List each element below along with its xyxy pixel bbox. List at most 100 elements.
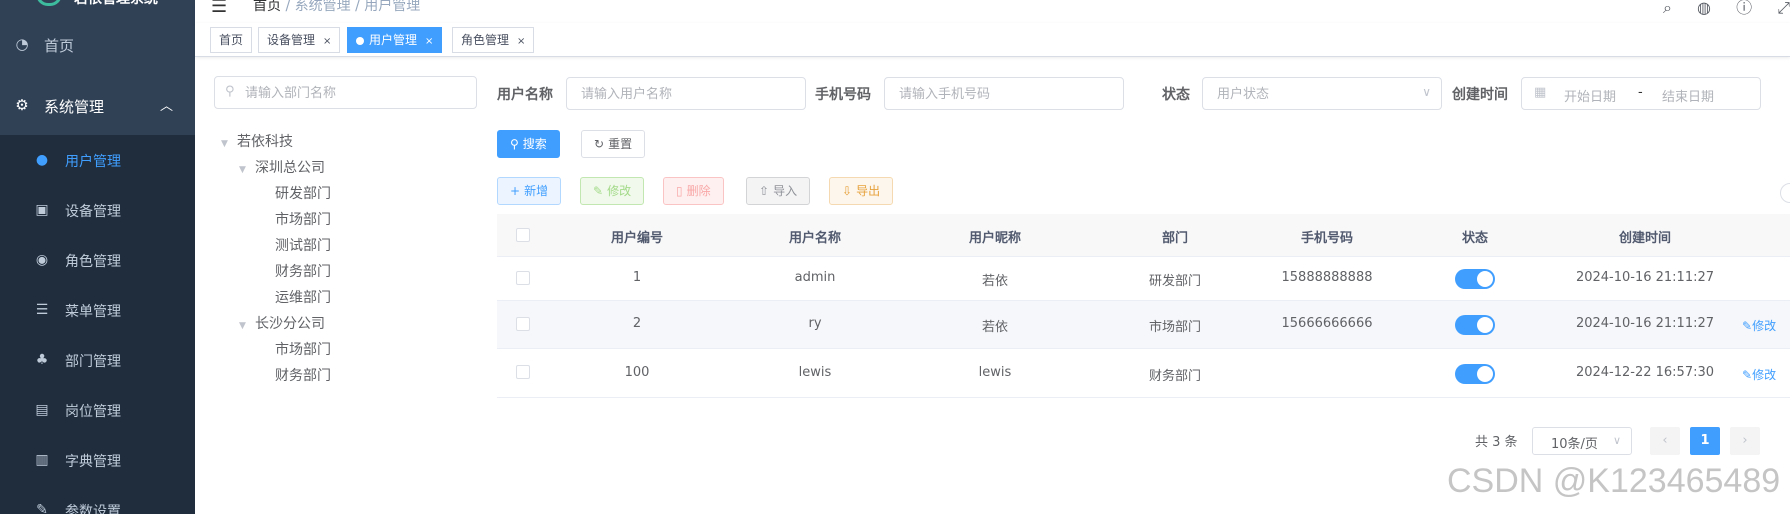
close-icon[interactable]: × (517, 36, 525, 47)
sidebar-item-users[interactable]: ● 用户管理 (0, 135, 195, 185)
upload-icon: ⇧ (759, 184, 770, 198)
caret-down-icon[interactable]: ▼ (221, 139, 237, 149)
sidebar: 若依管理系统 ◔ 首页 ⚙ 系统管理 ︿ ● 用户管理 ▣ 设备管理 ◉ 角色管… (0, 0, 195, 514)
question-icon[interactable]: ⓘ (1736, 0, 1752, 17)
status-switch[interactable] (1455, 269, 1495, 289)
tree-node[interactable]: ▼ 若依科技 (221, 131, 293, 153)
row-checkbox[interactable] (516, 365, 530, 379)
status-select-input[interactable] (1217, 82, 1397, 106)
row-edit-link[interactable]: ✎修改 (1742, 366, 1776, 383)
row-checkbox[interactable] (516, 317, 530, 331)
tag-label: 角色管理 (461, 33, 510, 47)
sidebar-item-label: 首页 (44, 37, 75, 55)
sidebar-item-roles[interactable]: ◉ 角色管理 (0, 235, 195, 285)
phone-input[interactable] (899, 82, 1109, 106)
edit-button[interactable]: ✎ 修改 (580, 177, 645, 205)
sidebar-item-label: 角色管理 (65, 254, 121, 270)
import-button[interactable]: ⇧ 导入 (746, 177, 811, 205)
sidebar-item-posts[interactable]: ▤ 岗位管理 (0, 385, 195, 435)
sidebar-item-menus[interactable]: ☰ 菜单管理 (0, 285, 195, 335)
table-row[interactable]: 100 lewis lewis 财务部门 2024-12-22 16:57:30… (497, 349, 1790, 398)
export-button[interactable]: ⇩ 导出 (829, 177, 894, 205)
chevron-right-icon: › (1742, 433, 1748, 448)
refresh-icon: ↻ (594, 137, 605, 151)
column-header: 用户名称 (788, 231, 841, 246)
page-size-select[interactable]: 10条/页 ∨ (1532, 427, 1632, 455)
user-icon: ● (35, 152, 49, 168)
username-input[interactable] (581, 82, 791, 106)
caret-down-icon[interactable]: ▼ (239, 321, 255, 331)
row-edit-link[interactable]: ✎修改 (1742, 317, 1776, 334)
export-button-label: 导出 (856, 184, 881, 198)
tree-node[interactable]: ▼ 深圳总公司 (239, 157, 325, 179)
sidebar-item-dicts[interactable]: ▥ 字典管理 (0, 435, 195, 485)
page-number-button[interactable]: 1 (1690, 427, 1720, 455)
end-date-placeholder[interactable]: 结束日期 (1662, 86, 1714, 105)
username-label: 用户名称 (497, 87, 553, 103)
tag-roles[interactable]: 角色管理 × (452, 27, 535, 53)
search-button[interactable]: ⚲ 搜索 (497, 130, 560, 158)
table-row[interactable]: 2 ry 若依 市场部门 15666666666 2024-10-16 21:1… (497, 301, 1790, 349)
sidebar-item-home[interactable]: ◔ 首页 (0, 18, 195, 74)
fullscreen-icon[interactable]: ⤢ (1777, 0, 1790, 17)
trash-icon: ▯ (676, 184, 683, 198)
prev-page-button[interactable]: ‹ (1650, 427, 1680, 455)
tree-node-label: 财务部门 (275, 368, 331, 384)
sidebar-item-label: 菜单管理 (65, 304, 121, 320)
reset-button-label: 重置 (608, 137, 633, 151)
next-page-button[interactable]: › (1730, 427, 1760, 455)
tree-node[interactable]: 市场部门 (275, 209, 331, 231)
search-icon[interactable]: ⌕ (1663, 0, 1672, 17)
breadcrumb-item[interactable]: 首页 (253, 0, 281, 14)
close-icon[interactable]: × (323, 36, 331, 47)
reset-button[interactable]: ↻ 重置 (581, 130, 646, 158)
status-select[interactable]: ∨ (1202, 77, 1442, 110)
dict-icon: ▥ (35, 452, 49, 468)
add-button[interactable]: + 新增 (497, 177, 562, 205)
row-checkbox[interactable] (516, 271, 530, 285)
tree-node-label: 运维部门 (275, 290, 331, 306)
tree-node[interactable]: 财务部门 (275, 365, 331, 387)
github-icon[interactable]: ◍ (1697, 0, 1711, 17)
calendar-icon: ▦ (1534, 85, 1547, 100)
cell-nickname: lewis (978, 365, 1012, 380)
select-all-checkbox[interactable] (516, 228, 530, 242)
date-range-picker[interactable]: ▦ 开始日期 - 结束日期 (1521, 77, 1761, 110)
column-header: 用户昵称 (968, 231, 1021, 246)
tag-home[interactable]: 首页 (210, 27, 253, 53)
tree-node[interactable]: 市场部门 (275, 339, 331, 361)
start-date-placeholder[interactable]: 开始日期 (1564, 86, 1616, 105)
tag-users[interactable]: 用户管理 × (347, 27, 443, 53)
cell-nickname: 若依 (981, 320, 1008, 335)
table-row[interactable]: 1 admin 若依 研发部门 15888888888 2024-10-16 2… (497, 257, 1790, 301)
status-switch[interactable] (1455, 315, 1495, 335)
chevron-left-icon: ‹ (1662, 433, 1668, 448)
tree-node[interactable]: 研发部门 (275, 183, 331, 205)
delete-button[interactable]: ▯ 删除 (663, 177, 724, 205)
sidebar-item-config[interactable]: ✎ 参数设置 (0, 485, 195, 514)
hamburger-icon[interactable]: ☰ (211, 0, 227, 17)
tree-node[interactable]: 测试部门 (275, 235, 331, 257)
app-logo[interactable]: 若依管理系统 (0, 0, 195, 16)
tree-node[interactable]: 财务部门 (275, 261, 331, 283)
table-tools-button[interactable] (1780, 183, 1790, 203)
sidebar-item-depts[interactable]: ♣ 部门管理 (0, 335, 195, 385)
import-button-label: 导入 (773, 184, 798, 198)
tree-node[interactable]: ▼ 长沙分公司 (239, 313, 325, 335)
dept-search-input[interactable] (245, 81, 465, 105)
breadcrumb-item[interactable]: 系统管理 (295, 0, 351, 14)
close-icon[interactable]: × (425, 36, 433, 47)
search-button-label: 搜索 (522, 137, 547, 151)
tag-devices[interactable]: 设备管理 × (258, 27, 341, 53)
caret-down-icon[interactable]: ▼ (239, 165, 255, 175)
sidebar-item-label: 部门管理 (65, 354, 121, 370)
status-switch[interactable] (1455, 364, 1495, 384)
sidebar-item-system[interactable]: ⚙ 系统管理 ︿ (0, 79, 195, 135)
cell-dept: 财务部门 (1148, 369, 1201, 384)
tag-label: 设备管理 (267, 33, 316, 47)
row-edit-label: 修改 (1752, 368, 1777, 382)
tree-node[interactable]: 运维部门 (275, 287, 331, 309)
sidebar-item-devices[interactable]: ▣ 设备管理 (0, 185, 195, 235)
phone-label: 手机号码 (815, 87, 871, 103)
tree-node-label: 市场部门 (275, 212, 331, 228)
